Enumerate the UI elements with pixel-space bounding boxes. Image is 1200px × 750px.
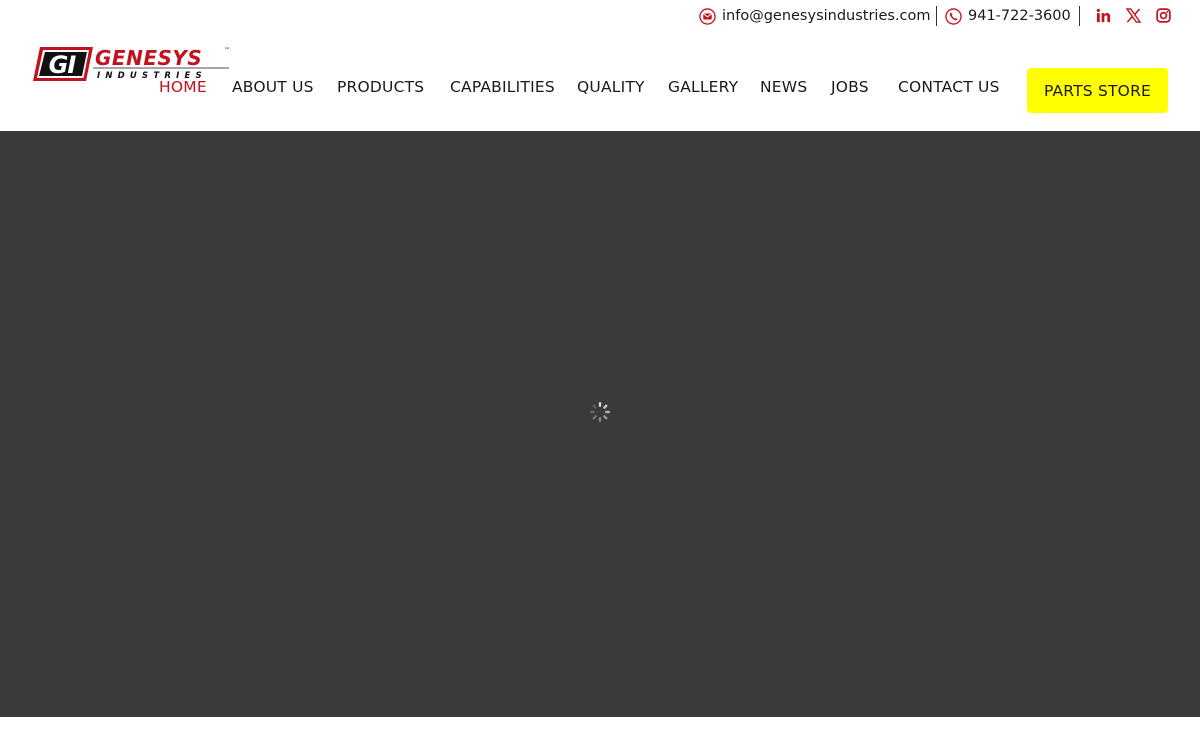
linkedin-icon [1096,8,1110,22]
phone-icon [945,7,962,25]
parts-store-button[interactable]: PARTS STORE [1027,68,1168,113]
divider [1079,6,1080,26]
nav-jobs[interactable]: JOBS [831,78,869,96]
instagram-icon [1155,7,1171,23]
svg-text:GI: GI [49,51,77,79]
hero-slider [0,131,1200,717]
nav-news[interactable]: NEWS [760,78,807,96]
nav-quality[interactable]: QUALITY [577,78,645,96]
phone-text: 941-722-3600 [968,8,1071,24]
nav-about-us[interactable]: ABOUT US [232,78,314,96]
svg-text:™: ™ [224,47,230,54]
instagram-link[interactable] [1154,6,1172,24]
linkedin-link[interactable] [1094,6,1112,24]
nav-home[interactable]: HOME [159,78,207,96]
nav-products[interactable]: PRODUCTS [337,78,424,96]
loading-spinner-icon [590,402,610,422]
x-link[interactable] [1124,6,1142,24]
nav-gallery[interactable]: GALLERY [668,78,738,96]
svg-text:GENESYS: GENESYS [95,46,202,70]
x-icon [1125,7,1141,23]
site-header: GI GENESYS ™ INDUSTRIES HOME ABOUT US PR… [0,32,1200,131]
nav-capabilities[interactable]: CAPABILITIES [450,78,555,96]
envelope-icon [699,7,716,25]
divider [936,6,937,26]
email-text: info@genesysindustries.com [722,8,931,24]
top-contact-bar: info@genesysindustries.com 941-722-3600 [0,0,1200,32]
phone-link[interactable]: 941-722-3600 [945,6,1071,26]
nav-contact-us[interactable]: CONTACT US [898,78,1000,96]
email-link[interactable]: info@genesysindustries.com [699,6,931,26]
